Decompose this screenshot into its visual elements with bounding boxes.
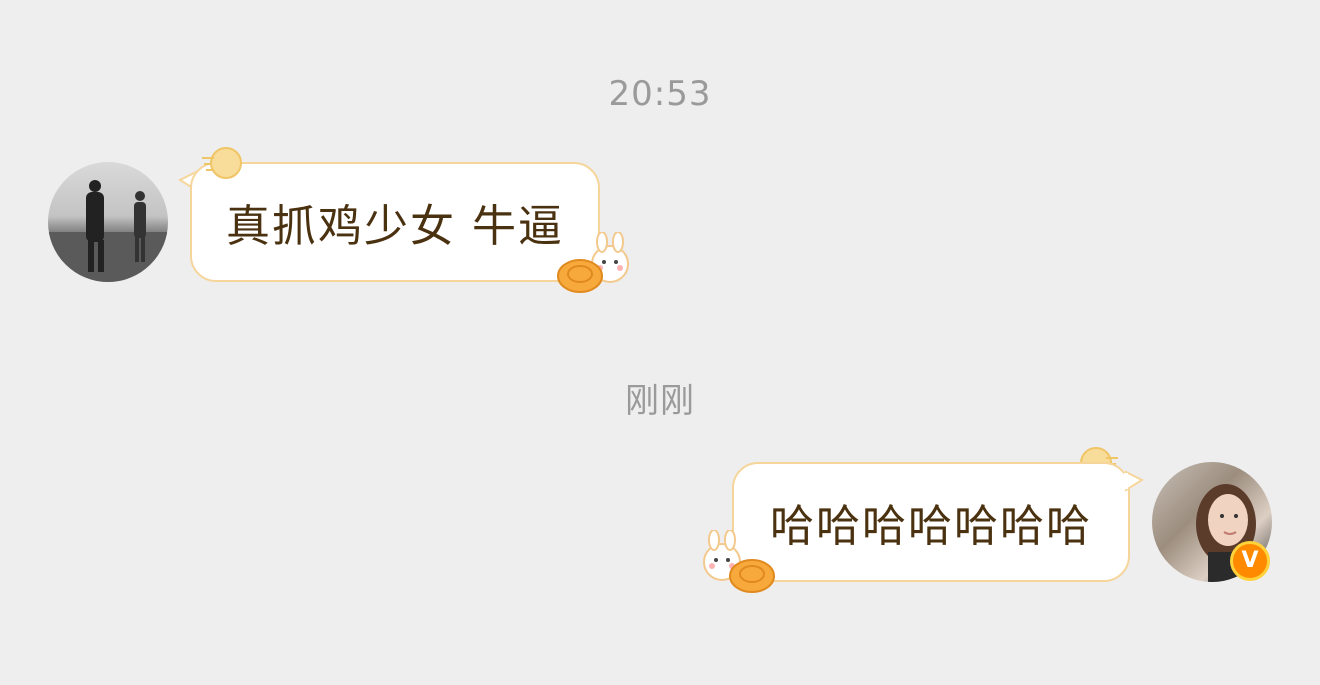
contact-avatar[interactable] xyxy=(48,162,168,282)
message-text: 哈哈哈哈哈哈哈 xyxy=(770,501,1092,552)
bubble-tail-right xyxy=(1124,470,1144,492)
timestamp-2: 刚刚 xyxy=(625,381,695,421)
moon-icon xyxy=(202,147,242,179)
timestamp-1: 20:53 xyxy=(608,74,712,114)
rabbit-mooncake-icon xyxy=(557,232,629,293)
message-bubble-incoming[interactable]: 真抓鸡少女 牛逼 xyxy=(190,162,600,282)
rabbit-mooncake-icon xyxy=(703,530,775,593)
message-text: 真抓鸡少女 牛逼 xyxy=(226,201,564,252)
avatar-photo-silhouettes xyxy=(48,180,168,282)
message-bubble-outgoing[interactable]: 哈哈哈哈哈哈哈 xyxy=(732,462,1130,582)
verified-badge-icon: V xyxy=(1230,541,1270,581)
